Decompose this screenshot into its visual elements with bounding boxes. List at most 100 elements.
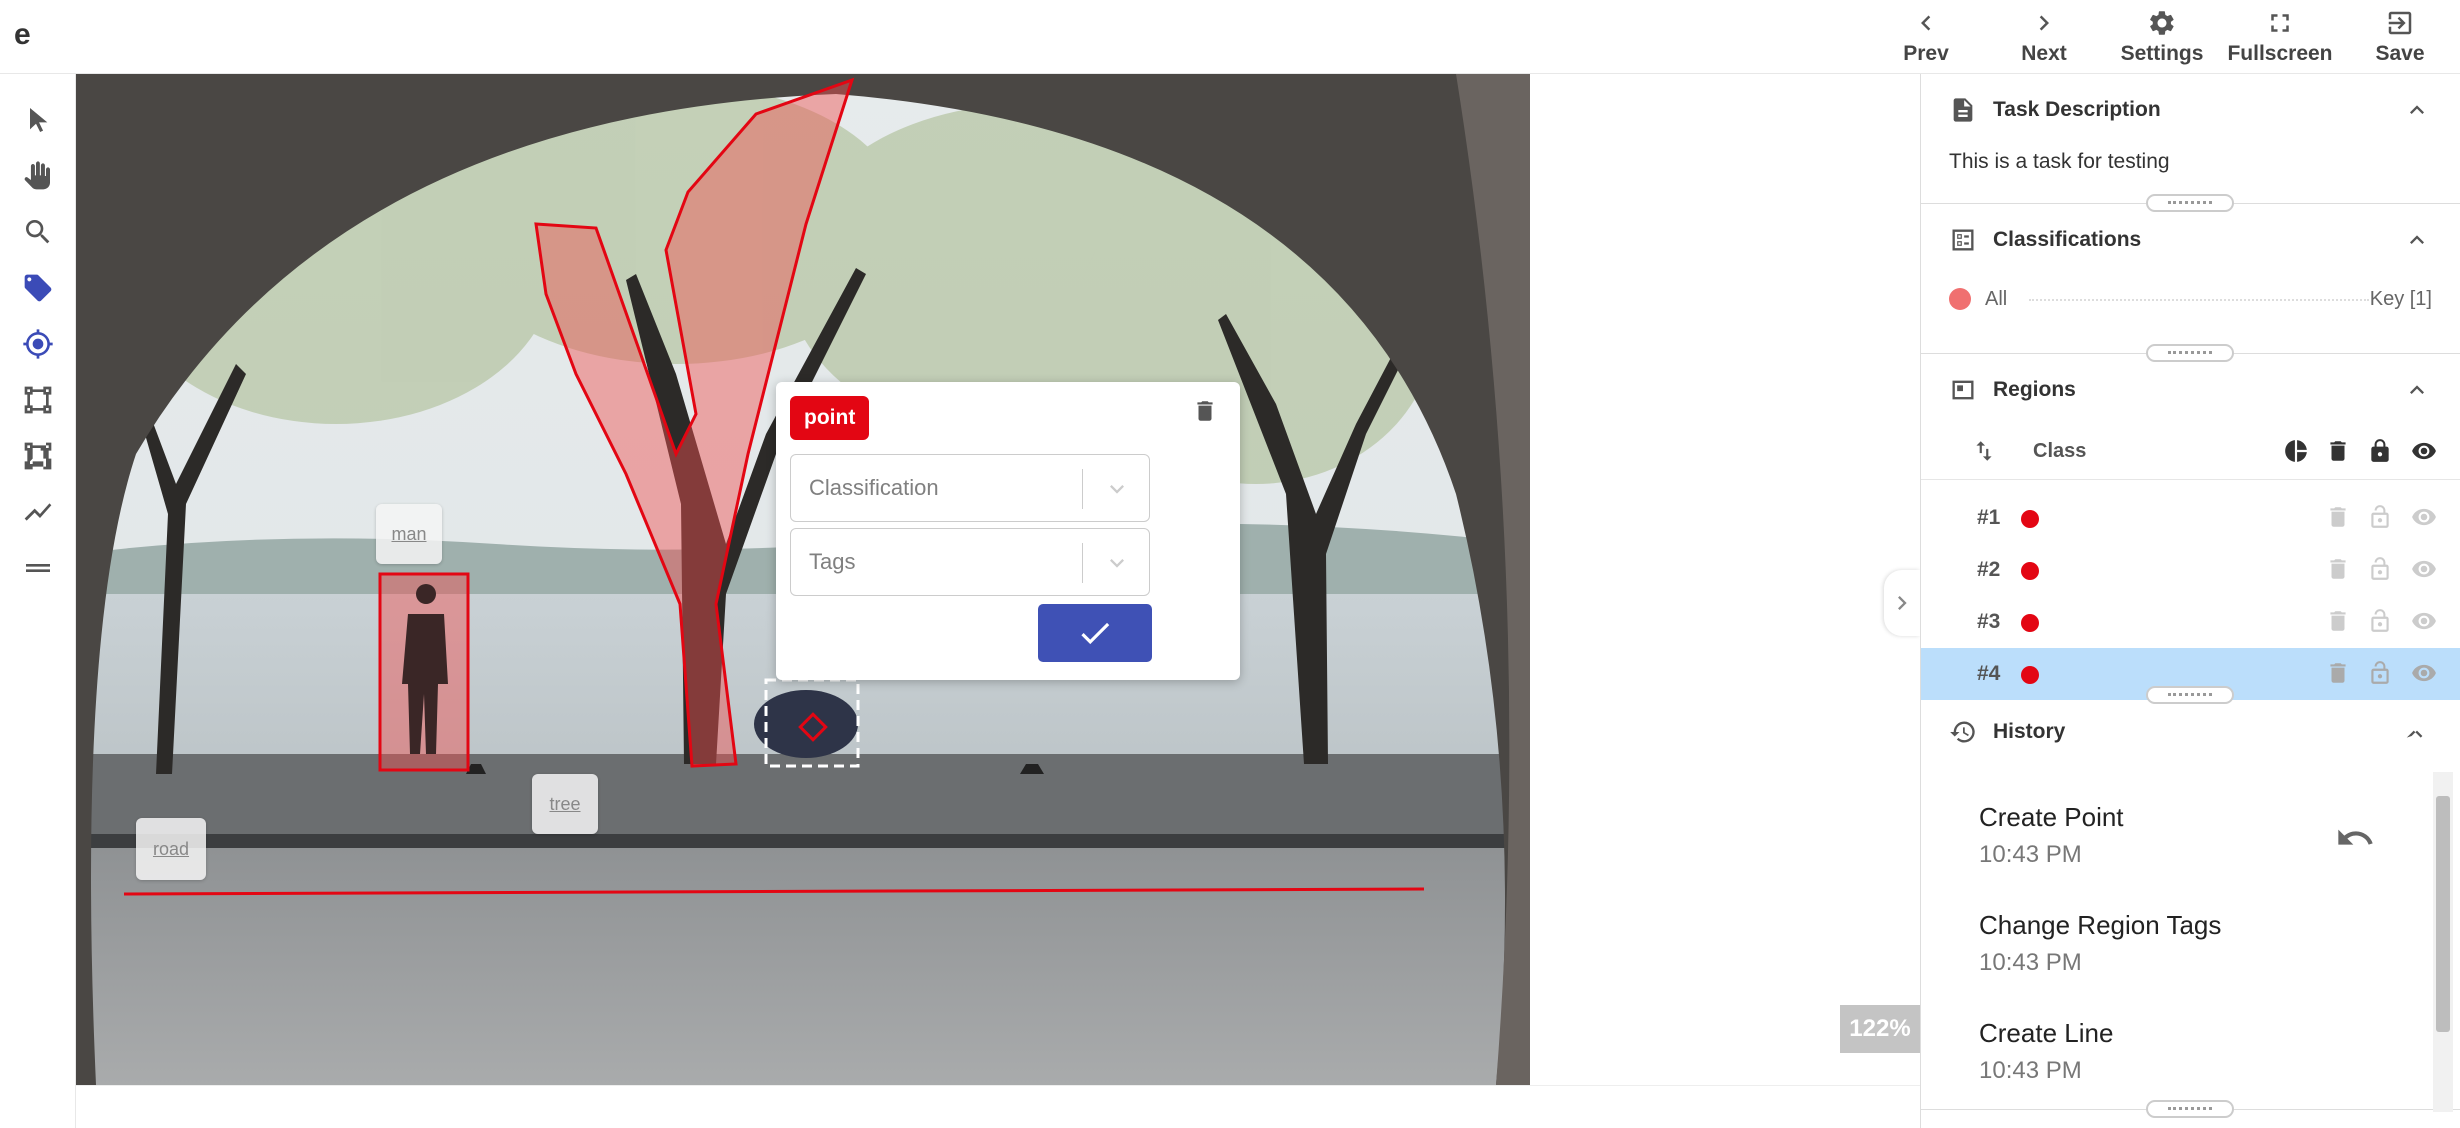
tag-icon bbox=[24, 274, 52, 302]
bounding-box-icon bbox=[24, 386, 52, 414]
history-item-name: Create Line bbox=[1979, 1018, 2114, 1048]
unlock-icon[interactable] bbox=[2367, 504, 2393, 530]
unlock-icon[interactable] bbox=[2367, 556, 2393, 582]
line-tool[interactable] bbox=[10, 484, 66, 540]
eye-icon[interactable] bbox=[2411, 608, 2437, 634]
chevron-up-icon[interactable] bbox=[2403, 376, 2431, 404]
chevron-right-icon bbox=[2039, 15, 2049, 31]
history-scrollbar[interactable] bbox=[2433, 772, 2453, 1112]
sort-icon[interactable] bbox=[1971, 438, 1997, 464]
history-item-name: Change Region Tags bbox=[1979, 910, 2222, 940]
history-title: History bbox=[1993, 720, 2066, 743]
region-color-dot bbox=[2021, 614, 2039, 632]
tags-select[interactable]: Tags bbox=[790, 528, 1150, 596]
tag-tool[interactable] bbox=[10, 260, 66, 316]
confirm-button[interactable] bbox=[1038, 604, 1152, 662]
chevron-up-icon[interactable] bbox=[2403, 718, 2431, 746]
task-description-panel: Task Description This is a task for test… bbox=[1921, 74, 2460, 204]
lock-icon[interactable] bbox=[2367, 438, 2393, 464]
eye-icon[interactable] bbox=[2411, 504, 2437, 530]
regions-column-header: Class bbox=[1921, 424, 2460, 480]
next-label: Next bbox=[2021, 42, 2067, 65]
popup-delete-button[interactable] bbox=[1192, 398, 1222, 428]
crosshair-icon bbox=[23, 329, 53, 359]
box-tool[interactable] bbox=[10, 372, 66, 428]
resize-handle[interactable] bbox=[2146, 1100, 2234, 1118]
undo-button[interactable] bbox=[2335, 818, 2375, 858]
classification-item-all[interactable]: All bbox=[1985, 288, 2007, 311]
unlock-icon[interactable] bbox=[2367, 608, 2393, 634]
prev-button[interactable]: Prev bbox=[1866, 8, 1986, 70]
settings-button[interactable]: Settings bbox=[2102, 8, 2222, 70]
select-tool[interactable] bbox=[10, 92, 66, 148]
unlock-icon[interactable] bbox=[2367, 660, 2393, 686]
classification-color-dot bbox=[1949, 288, 1971, 310]
history-item-time: 10:43 PM bbox=[1979, 1057, 2082, 1084]
region-tag-man[interactable]: man bbox=[376, 504, 442, 564]
app-logo: e bbox=[14, 18, 31, 51]
chevron-up-icon[interactable] bbox=[2403, 226, 2431, 254]
canvas-area[interactable]: man tree road point Classification Tags bbox=[76, 74, 1920, 1128]
zoom-tool[interactable] bbox=[10, 204, 66, 260]
menu-icon bbox=[26, 564, 50, 572]
sidebar-toggle[interactable] bbox=[1884, 570, 1920, 636]
save-button[interactable]: Save bbox=[2340, 8, 2460, 70]
classifications-panel: Classifications bbox=[1921, 204, 2460, 354]
search-icon bbox=[26, 220, 50, 244]
region-id: #3 bbox=[1977, 610, 2001, 633]
polygon-tool[interactable] bbox=[10, 428, 66, 484]
eye-icon[interactable] bbox=[2411, 660, 2437, 686]
menu-tool[interactable] bbox=[10, 540, 66, 596]
region-row[interactable]: #3 bbox=[1921, 596, 2460, 648]
region-row[interactable]: #1 bbox=[1921, 492, 2460, 544]
chevron-down-icon bbox=[1103, 549, 1131, 577]
history-item[interactable]: Change Region Tags 10:43 PM bbox=[1979, 910, 2399, 977]
chevron-up-icon[interactable] bbox=[2403, 96, 2431, 124]
chevron-left-icon bbox=[1921, 15, 1931, 31]
region-row[interactable]: #2 bbox=[1921, 544, 2460, 596]
region-tag-tree[interactable]: tree bbox=[532, 774, 598, 834]
task-description-title: Task Description bbox=[1993, 98, 2161, 121]
exit-to-app-icon bbox=[2388, 11, 2412, 35]
classification-select[interactable]: Classification bbox=[790, 454, 1150, 522]
eye-icon[interactable] bbox=[2411, 556, 2437, 582]
eye-icon[interactable] bbox=[2411, 438, 2437, 464]
tags-placeholder: Tags bbox=[809, 549, 856, 574]
save-label: Save bbox=[2375, 42, 2425, 65]
select-separator bbox=[1082, 469, 1083, 509]
check-icon bbox=[1081, 622, 1110, 645]
trash-icon[interactable] bbox=[2325, 660, 2351, 686]
prev-label: Prev bbox=[1903, 42, 1949, 65]
cursor-icon bbox=[30, 108, 48, 132]
classifications-header[interactable]: Classifications bbox=[1921, 204, 2460, 274]
polygon-icon bbox=[24, 442, 52, 470]
region-tag-road[interactable]: road bbox=[136, 818, 206, 880]
region-id: #2 bbox=[1977, 558, 2001, 581]
pan-tool[interactable] bbox=[10, 148, 66, 204]
trash-icon[interactable] bbox=[2325, 438, 2351, 464]
fullscreen-button[interactable]: Fullscreen bbox=[2220, 8, 2340, 70]
trash-icon[interactable] bbox=[2325, 556, 2351, 582]
classification-hotkey: Key [1] bbox=[2369, 288, 2432, 310]
regions-header[interactable]: Regions bbox=[1921, 354, 2460, 424]
regions-class-column: Class bbox=[2033, 440, 2087, 462]
trash-icon[interactable] bbox=[2325, 504, 2351, 530]
region-type-chip: point bbox=[790, 396, 870, 440]
pie-chart-icon[interactable] bbox=[2283, 438, 2309, 464]
trash-icon[interactable] bbox=[2325, 608, 2351, 634]
point-tool[interactable] bbox=[10, 316, 66, 372]
task-description-header[interactable]: Task Description bbox=[1921, 74, 2460, 144]
canvas-bottom-strip bbox=[76, 1085, 1920, 1128]
next-button[interactable]: Next bbox=[1984, 8, 2104, 70]
region-color-dot bbox=[2021, 510, 2039, 528]
region-color-dot bbox=[2021, 562, 2039, 580]
scrollbar-thumb[interactable] bbox=[2436, 796, 2450, 1032]
zoom-level-badge: 122% bbox=[1840, 1005, 1920, 1053]
region-id: #1 bbox=[1977, 506, 2001, 529]
region-list-icon bbox=[1949, 376, 1977, 404]
history-item[interactable]: Create Line 10:43 PM bbox=[1979, 1018, 2399, 1085]
history-header[interactable]: History bbox=[1921, 696, 2460, 766]
trash-icon bbox=[1197, 401, 1213, 421]
top-bar: e Prev Next Settings Fullscreen Save bbox=[0, 0, 2460, 74]
line-chart-icon bbox=[24, 503, 52, 521]
